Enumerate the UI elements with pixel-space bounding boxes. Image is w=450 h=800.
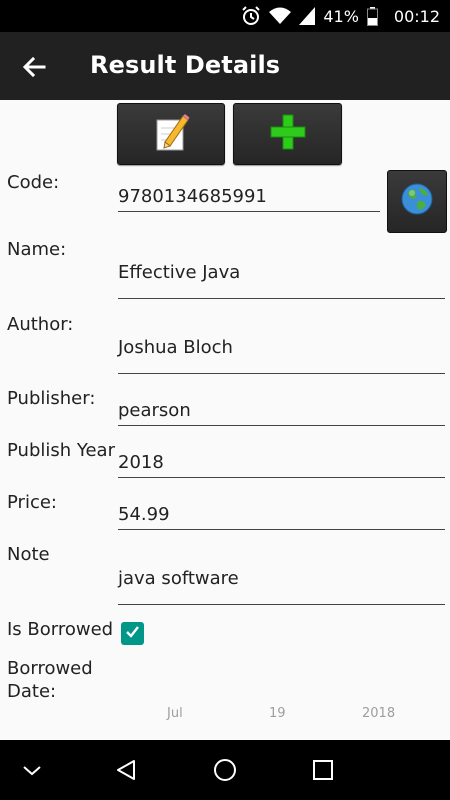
borrowed-date-label-line2: Date: (7, 681, 57, 702)
publisher-label: Publisher: (7, 388, 96, 409)
recents-nav-icon[interactable] (311, 758, 335, 782)
wifi-icon (269, 7, 292, 25)
chevron-down-icon[interactable] (20, 758, 44, 782)
price-field[interactable]: 54.99 (118, 504, 170, 525)
battery-text: 41% (323, 6, 359, 26)
add-button[interactable] (233, 103, 342, 165)
borrowed-date-label-line1: Borrowed (7, 658, 93, 679)
is-borrowed-checkbox[interactable] (121, 622, 144, 645)
navigation-bar (0, 740, 450, 800)
note-field[interactable]: java software (118, 568, 239, 589)
publisher-field[interactable]: pearson (118, 400, 191, 421)
author-underline (118, 373, 445, 374)
code-field[interactable]: 9780134685991 (118, 186, 267, 207)
lookup-button[interactable] (387, 170, 447, 233)
price-label: Price: (7, 492, 57, 513)
alarm-icon (241, 6, 261, 26)
pencil-paper-icon (151, 112, 191, 157)
price-underline (118, 529, 445, 530)
back-nav-icon[interactable] (114, 758, 138, 782)
borrowed-date-day[interactable]: 19 (269, 706, 286, 721)
is-borrowed-label: Is Borrowed (7, 619, 114, 640)
globe-icon (400, 182, 434, 221)
name-field[interactable]: Effective Java (118, 262, 240, 283)
publish-year-field[interactable]: 2018 (118, 452, 164, 473)
result-details-form: Code: 9780134685991 Name: Effective Java… (0, 100, 450, 740)
checkmark-icon (124, 623, 141, 645)
clock-text: 00:12 (393, 6, 440, 26)
author-label: Author: (7, 314, 74, 335)
page-title: Result Details (90, 51, 281, 79)
publish-year-label: Publish Year (7, 440, 115, 461)
status-icons: 41% 00:12 (241, 5, 440, 27)
note-label: Note (7, 544, 50, 565)
borrowed-date-year[interactable]: 2018 (362, 706, 395, 721)
code-underline (118, 211, 380, 212)
publish-year-underline (118, 477, 445, 478)
arrow-left-icon[interactable] (20, 52, 50, 82)
name-underline (118, 298, 445, 299)
note-underline (118, 604, 445, 605)
edit-button[interactable] (117, 103, 225, 165)
app-bar: Result Details (0, 32, 450, 100)
code-label: Code: (7, 172, 60, 193)
publisher-underline (118, 425, 445, 426)
author-field[interactable]: Joshua Bloch (118, 337, 233, 358)
green-plus-icon (268, 112, 308, 157)
name-label: Name: (7, 239, 67, 260)
home-nav-icon[interactable] (213, 758, 237, 782)
battery-icon (366, 6, 378, 26)
status-bar: 41% 00:12 (0, 0, 450, 32)
signal-icon (299, 7, 316, 25)
borrowed-date-month[interactable]: Jul (167, 706, 183, 721)
